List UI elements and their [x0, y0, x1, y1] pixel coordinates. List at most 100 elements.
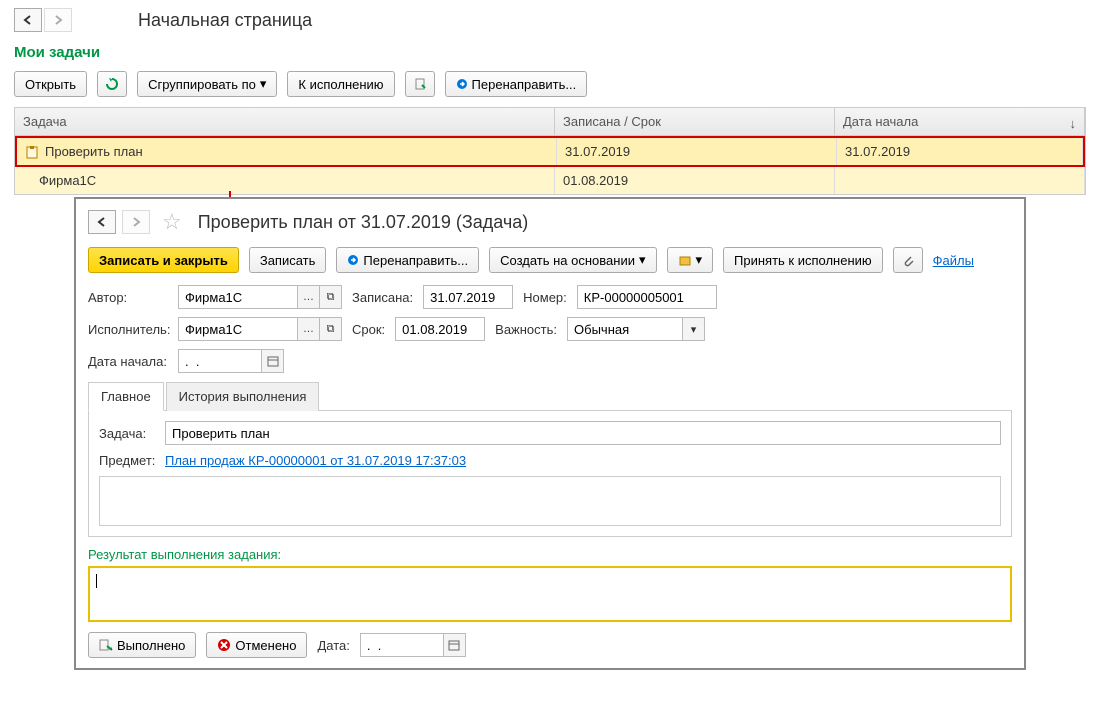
arrow-right-icon: [130, 216, 142, 228]
refresh-icon: [105, 77, 119, 91]
table-row[interactable]: Проверить план 31.07.2019 31.07.2019: [15, 136, 1085, 167]
accept-button[interactable]: Принять к исполнению: [723, 247, 883, 273]
number-label: Номер:: [523, 290, 567, 305]
result-label: Результат выполнения задания:: [88, 547, 1012, 562]
deadline-label: Срок:: [352, 322, 385, 337]
calendar-icon: [448, 639, 460, 651]
tabs: Главное История выполнения: [88, 381, 1012, 411]
importance-label: Важность:: [495, 322, 557, 337]
refresh-button[interactable]: [97, 71, 127, 97]
arrow-left-icon: [96, 216, 108, 228]
dialog-title: Проверить план от 31.07.2019 (Задача): [198, 212, 529, 233]
sort-down-icon: ↓: [1070, 116, 1077, 131]
task-input[interactable]: [165, 421, 1001, 445]
redirect-label: Перенаправить...: [472, 77, 577, 92]
clipboard-icon: [25, 145, 39, 159]
dlg-redirect-button[interactable]: Перенаправить...: [336, 247, 479, 273]
nav-forward-button[interactable]: [44, 8, 72, 32]
cancel-label: Отменено: [235, 638, 296, 653]
dialog-bottom-toolbar: Выполнено Отменено Дата:: [88, 632, 1012, 658]
done-button[interactable]: Выполнено: [88, 632, 196, 658]
folder-icon: [678, 253, 692, 267]
author-label: Автор:: [88, 290, 168, 305]
print-button[interactable]: ▾: [667, 247, 714, 273]
task-label: Задача:: [99, 426, 157, 441]
chevron-down-icon: ▾: [639, 252, 646, 268]
dlg-back-button[interactable]: [88, 210, 116, 234]
deadline-input[interactable]: [395, 317, 485, 341]
dialog-header: ☆ Проверить план от 31.07.2019 (Задача): [88, 209, 1012, 235]
check-arrow-icon: [99, 638, 113, 652]
topbar: Начальная страница: [0, 0, 1100, 40]
paperclip-icon: [901, 253, 915, 267]
result-textarea[interactable]: [88, 566, 1012, 622]
files-link[interactable]: Файлы: [933, 253, 974, 268]
calendar-button[interactable]: [444, 633, 466, 657]
open-button[interactable]: Открыть: [14, 71, 87, 97]
task-start: [835, 167, 1085, 194]
table-row[interactable]: Фирма1С 01.08.2019: [15, 167, 1085, 194]
col-recorded[interactable]: Записана / Срок: [555, 108, 835, 135]
bottom-date-input[interactable]: [360, 633, 444, 657]
chevron-down-icon: ▾: [260, 76, 267, 92]
task-name: Проверить план: [45, 144, 143, 159]
task-name: Фирма1С: [15, 167, 555, 194]
executor-label: Исполнитель:: [88, 322, 168, 337]
col-task[interactable]: Задача: [15, 108, 555, 135]
calendar-icon: [267, 355, 279, 367]
arrow-right-icon: [52, 14, 64, 26]
tab-content-main: Задача: Предмет: План продаж КР-00000001…: [88, 411, 1012, 537]
create-based-button[interactable]: Создать на основании ▾: [489, 247, 656, 273]
tab-main[interactable]: Главное: [88, 382, 164, 411]
task-start: 31.07.2019: [837, 138, 1083, 165]
col-start[interactable]: Дата начала↓: [835, 108, 1085, 135]
main-toolbar: Открыть Сгруппировать по ▾ К исполнению П…: [0, 71, 1100, 107]
task-recorded: 31.07.2019: [557, 138, 837, 165]
tab-history[interactable]: История выполнения: [166, 382, 320, 411]
recorded-input[interactable]: [423, 285, 513, 309]
save-close-button[interactable]: Записать и закрыть: [88, 247, 239, 273]
attach-button[interactable]: [893, 247, 923, 273]
ellipsis-button[interactable]: …: [298, 317, 320, 341]
recorded-label: Записана:: [352, 290, 413, 305]
subject-label: Предмет:: [99, 453, 157, 468]
executor-input[interactable]: [178, 317, 298, 341]
bottom-date-label: Дата:: [317, 638, 349, 653]
done-label: Выполнено: [117, 638, 185, 653]
clipboard-icon: [413, 77, 427, 91]
arrow-left-icon: [22, 14, 34, 26]
section-title: Мои задачи: [0, 40, 1100, 71]
start-date-input[interactable]: [178, 349, 262, 373]
favorite-star-icon[interactable]: ☆: [162, 209, 182, 235]
dropdown-button[interactable]: ▾: [683, 317, 705, 341]
author-input[interactable]: [178, 285, 298, 309]
tasks-table: Задача Записана / Срок Дата начала↓ Пров…: [14, 107, 1086, 195]
redirect-icon: [347, 254, 359, 266]
chevron-down-icon: ▾: [696, 252, 703, 268]
nav-back-button[interactable]: [14, 8, 42, 32]
task-dialog: ☆ Проверить план от 31.07.2019 (Задача) …: [74, 197, 1026, 670]
dlg-forward-button[interactable]: [122, 210, 150, 234]
group-by-button[interactable]: Сгруппировать по ▾: [137, 71, 277, 97]
task-recorded: 01.08.2019: [555, 167, 835, 194]
redirect-icon: [456, 78, 468, 90]
number-input[interactable]: [577, 285, 717, 309]
redirect-button[interactable]: Перенаправить...: [445, 71, 588, 97]
task-icon-button[interactable]: [405, 71, 435, 97]
open-ref-button[interactable]: ⧉: [320, 285, 342, 309]
importance-select[interactable]: [567, 317, 683, 341]
cancel-icon: [217, 638, 231, 652]
page-title: Начальная страница: [138, 10, 312, 31]
ellipsis-button[interactable]: …: [298, 285, 320, 309]
open-ref-button[interactable]: ⧉: [320, 317, 342, 341]
redirect-label: Перенаправить...: [363, 253, 468, 268]
table-header: Задача Записана / Срок Дата начала↓: [15, 108, 1085, 136]
save-button[interactable]: Записать: [249, 247, 327, 273]
cancel-button[interactable]: Отменено: [206, 632, 307, 658]
to-execution-button[interactable]: К исполнению: [287, 71, 394, 97]
subject-link[interactable]: План продаж КР-00000001 от 31.07.2019 17…: [165, 453, 466, 468]
group-by-label: Сгруппировать по: [148, 77, 256, 92]
dialog-toolbar: Записать и закрыть Записать Перенаправит…: [88, 247, 1012, 273]
description-textarea[interactable]: [99, 476, 1001, 526]
calendar-button[interactable]: [262, 349, 284, 373]
